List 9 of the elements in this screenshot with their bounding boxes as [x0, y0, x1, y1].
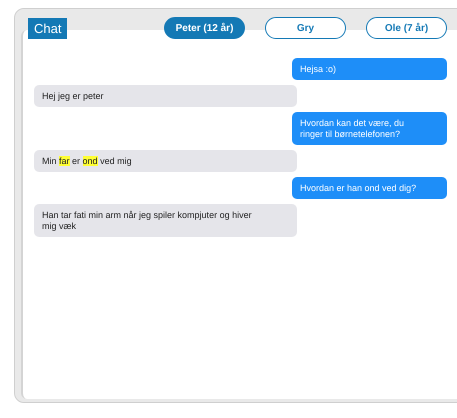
outgoing-message: Hvordan kan det være, du ringer til børnetelefonen? [292, 112, 447, 145]
contact-tab[interactable]: Gry [265, 17, 346, 39]
incoming-message: Han tar fati min arm når jeg spiler kompjuter og hiver mig væk [34, 204, 297, 237]
incoming-message: Hej jeg er peter [34, 85, 297, 107]
chat-title: Chat [28, 18, 68, 38]
contact-tab[interactable]: Peter (12 år) [164, 17, 245, 39]
outgoing-message: Hvordan er han ond ved dig? [292, 177, 447, 199]
outgoing-message: Hejsa :o) [292, 58, 447, 80]
contact-tab[interactable]: Ole (7 år) [366, 17, 447, 39]
